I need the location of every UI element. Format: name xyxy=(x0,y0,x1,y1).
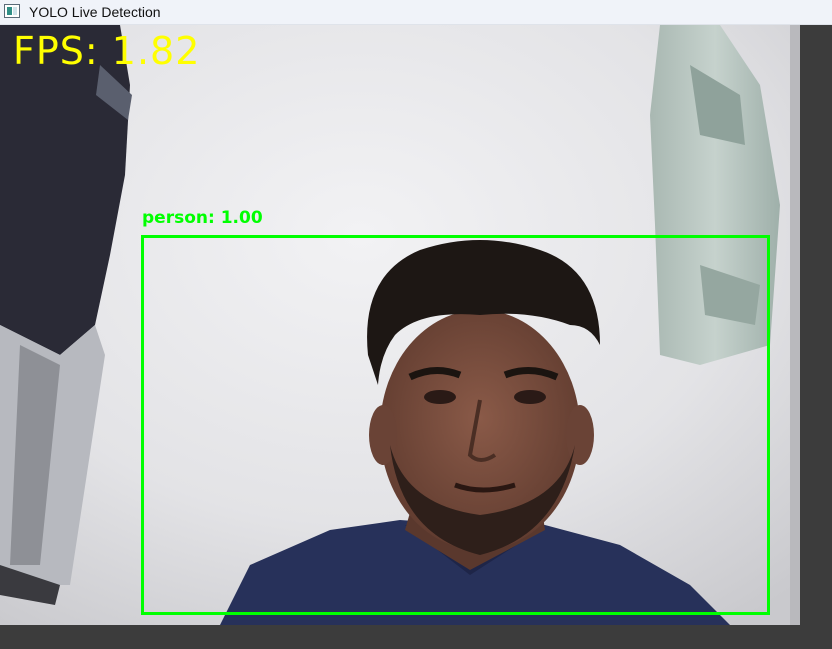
window-title: YOLO Live Detection xyxy=(29,4,161,20)
fps-counter: FPS: 1.82 xyxy=(13,29,201,73)
camera-frame: FPS: 1.82 person: 1.00 xyxy=(0,25,800,625)
detection-bounding-box xyxy=(141,235,770,615)
detection-label: person: 1.00 xyxy=(142,208,263,228)
app-window-icon xyxy=(4,4,20,18)
window-titlebar[interactable]: YOLO Live Detection xyxy=(0,0,832,25)
